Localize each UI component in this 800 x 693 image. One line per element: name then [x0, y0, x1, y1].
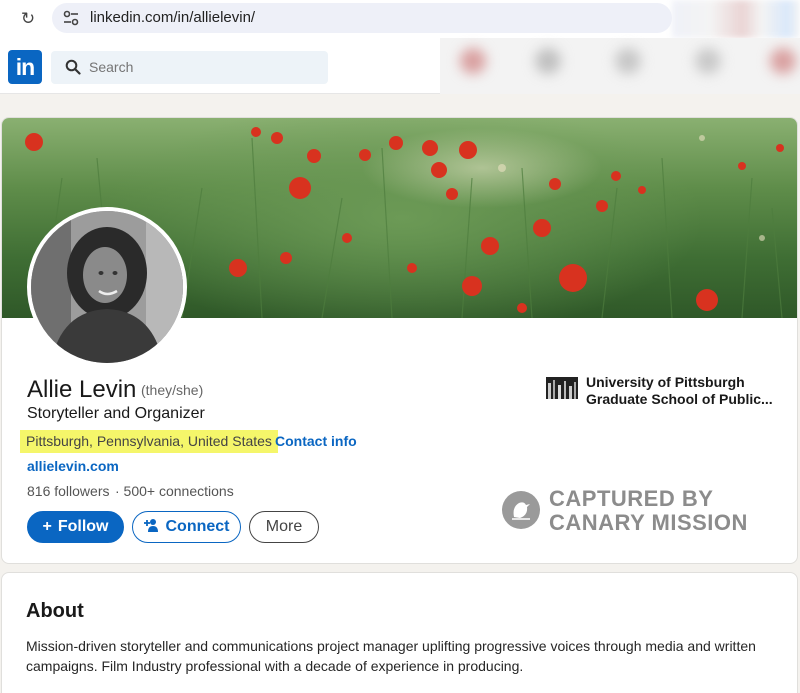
about-card: About Mission-driven storyteller and com… — [1, 572, 798, 693]
nav-items-blurred — [440, 38, 800, 94]
profile-card: Allie Levin (they/she) Storyteller and O… — [1, 117, 798, 564]
address-bar[interactable]: linkedin.com/in/allielevin/ — [52, 3, 672, 33]
followers-count: 816 followers — [27, 483, 110, 499]
about-text: Mission-driven storyteller and communica… — [26, 638, 756, 674]
school-logo[interactable] — [546, 377, 578, 399]
follow-label: Follow — [57, 518, 109, 535]
school-name-line2: Graduate School of Public... — [586, 391, 773, 407]
website-link[interactable]: allielevin.com — [27, 458, 119, 474]
more-button[interactable]: More — [249, 511, 319, 543]
linkedin-logo[interactable]: in — [8, 50, 42, 84]
browser-extensions-blurred — [672, 0, 800, 38]
search-input[interactable] — [89, 59, 289, 75]
browser-toolbar: ↻ linkedin.com/in/allielevin/ — [0, 0, 800, 38]
location-separator: · — [267, 433, 272, 449]
follow-button[interactable]: + Follow — [27, 511, 124, 543]
linkedin-nav: in — [0, 38, 800, 94]
search-icon — [65, 59, 81, 75]
school-name-line1: University of Pittsburgh — [586, 374, 745, 390]
profile-pronouns: (they/she) — [141, 382, 204, 398]
watermark-line1: CAPTURED BY — [549, 486, 714, 511]
watermark-line2: CANARY MISSION — [549, 510, 748, 535]
search-box[interactable] — [51, 51, 328, 84]
plus-icon: + — [42, 518, 52, 535]
add-person-icon — [143, 519, 158, 532]
canary-bird-icon — [502, 491, 540, 529]
site-settings-icon[interactable] — [62, 9, 80, 27]
profile-location: Pittsburgh, Pennsylvania, United States — [20, 430, 278, 453]
contact-info-link[interactable]: Contact info — [275, 433, 357, 449]
url-text: linkedin.com/in/allielevin/ — [90, 9, 256, 26]
connections-count[interactable]: · 500+ connections — [115, 483, 234, 499]
watermark-text: CAPTURED BY CANARY MISSION — [549, 487, 748, 535]
profile-name: Allie Levin — [27, 376, 137, 403]
connect-label: Connect — [165, 518, 230, 535]
reload-icon[interactable]: ↻ — [17, 8, 39, 30]
connect-button[interactable]: Connect — [132, 511, 241, 543]
profile-headline: Storyteller and Organizer — [27, 405, 205, 422]
school-name[interactable]: University of Pittsburgh Graduate School… — [586, 374, 786, 408]
about-title: About — [26, 600, 84, 622]
avatar[interactable] — [27, 207, 187, 367]
